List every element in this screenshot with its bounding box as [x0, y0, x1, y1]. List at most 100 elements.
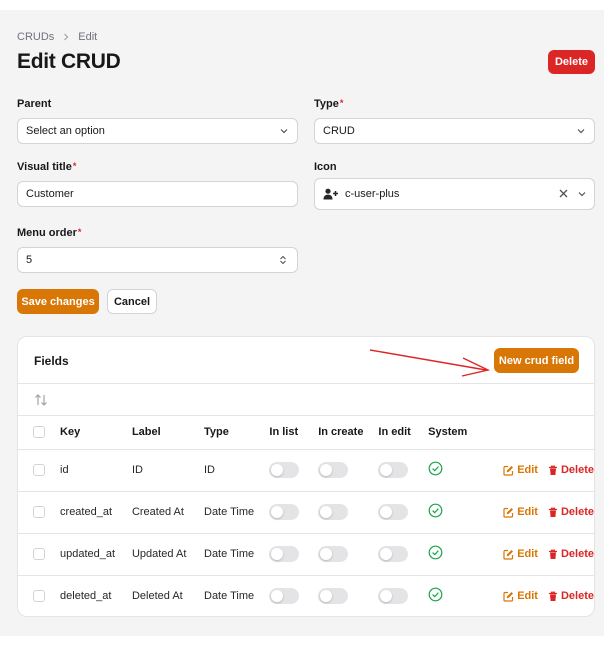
- type-select[interactable]: CRUD: [314, 118, 595, 144]
- check-circle-icon: [428, 461, 443, 476]
- menu-order-input[interactable]: 5: [17, 247, 298, 273]
- pencil-square-icon: [503, 465, 514, 476]
- required-mark: *: [77, 227, 82, 237]
- table-row[interactable]: id ID ID Edit Delete: [18, 449, 594, 492]
- parent-select[interactable]: Select an option: [17, 118, 298, 144]
- pencil-square-icon: [503, 507, 514, 518]
- menu-order-value: 5: [26, 254, 33, 266]
- required-mark: *: [339, 98, 344, 108]
- in-list-toggle[interactable]: [269, 504, 300, 520]
- trash-icon: [548, 465, 557, 475]
- new-crud-field-button[interactable]: New crud field: [494, 348, 579, 373]
- in-edit-toggle[interactable]: [378, 462, 409, 478]
- select-all-cell: [18, 416, 61, 450]
- parent-select-value: Select an option: [26, 125, 105, 137]
- icon-select-value: c-user-plus: [345, 188, 400, 200]
- system-cell: [428, 491, 484, 534]
- visual-title-label: Visual title*: [17, 161, 77, 173]
- delete-label: Delete: [560, 506, 594, 518]
- in-list-cell: [269, 449, 319, 492]
- chevron-down-icon: [578, 191, 586, 196]
- edit-field-button[interactable]: Edit: [503, 548, 538, 560]
- edit-label: Edit: [517, 464, 538, 476]
- field-label: ID: [131, 449, 204, 492]
- delete-field-button[interactable]: Delete: [548, 590, 594, 602]
- system-cell: [428, 533, 484, 576]
- icon-select[interactable]: c-user-plus: [314, 178, 595, 210]
- table-row[interactable]: deleted_at Deleted At Date Time Edit Del…: [18, 575, 594, 616]
- sort-toolbar: [18, 384, 594, 416]
- delete-field-button[interactable]: Delete: [548, 548, 594, 560]
- delete-field-button[interactable]: Delete: [548, 464, 594, 476]
- select-all-checkbox[interactable]: [33, 426, 45, 439]
- row-checkbox[interactable]: [33, 548, 45, 561]
- edit-label: Edit: [517, 590, 538, 603]
- delete-label: Delete: [560, 590, 594, 603]
- in-create-cell: [318, 449, 379, 492]
- actions-cell: Edit Delete: [483, 449, 594, 492]
- delete-label: Delete: [560, 548, 594, 560]
- sort-arrows-icon[interactable]: [34, 393, 48, 407]
- actions-cell: Edit Delete: [483, 491, 594, 534]
- edit-label: Edit: [517, 548, 538, 560]
- in-list-toggle[interactable]: [269, 588, 300, 605]
- clear-icon[interactable]: [559, 189, 568, 198]
- table-header-row: Key Label Type In list In create In edit…: [18, 416, 594, 450]
- check-circle-icon: [428, 545, 443, 560]
- number-stepper-icon[interactable]: [279, 255, 287, 265]
- in-edit-toggle[interactable]: [378, 504, 409, 520]
- column-header-in-list[interactable]: In list: [269, 416, 319, 450]
- edit-field-button[interactable]: Edit: [503, 464, 538, 476]
- column-header-in-create[interactable]: In create: [318, 416, 379, 450]
- column-header-label[interactable]: Label: [131, 416, 204, 450]
- row-select-cell: [18, 575, 60, 616]
- fields-table: Key Label Type In list In create In edit…: [18, 416, 594, 616]
- edit-label: Edit: [517, 506, 538, 518]
- in-create-cell: [318, 491, 379, 534]
- in-list-toggle[interactable]: [269, 546, 300, 562]
- type-label: Type*: [314, 98, 344, 110]
- edit-field-button[interactable]: Edit: [503, 590, 538, 602]
- user-plus-icon: [323, 188, 338, 200]
- row-checkbox[interactable]: [33, 464, 45, 477]
- visual-title-input[interactable]: Customer: [17, 181, 298, 207]
- cancel-button[interactable]: Cancel: [107, 289, 157, 314]
- in-create-toggle[interactable]: [318, 462, 349, 478]
- in-edit-toggle[interactable]: [378, 588, 409, 605]
- actions-cell: Edit Delete: [483, 533, 594, 576]
- in-list-cell: [269, 575, 318, 616]
- column-header-key[interactable]: Key: [60, 416, 132, 450]
- save-changes-button[interactable]: Save changes: [17, 289, 99, 314]
- column-header-type[interactable]: Type: [204, 416, 270, 450]
- row-checkbox[interactable]: [33, 590, 45, 603]
- table-row[interactable]: updated_at Updated At Date Time Edit Del…: [18, 533, 594, 576]
- in-list-cell: [269, 491, 319, 534]
- breadcrumb-current: Edit: [78, 31, 98, 43]
- table-row[interactable]: created_at Created At Date Time Edit Del…: [18, 491, 594, 534]
- parent-label: Parent: [17, 98, 52, 110]
- in-create-cell: [318, 533, 379, 576]
- trash-icon: [548, 591, 557, 601]
- field-key: id: [60, 449, 132, 492]
- delete-label: Delete: [560, 464, 594, 476]
- pencil-square-icon: [503, 591, 514, 602]
- chevron-down-icon: [280, 129, 288, 134]
- in-create-toggle[interactable]: [318, 504, 349, 520]
- row-select-cell: [18, 491, 61, 534]
- page-title: Edit CRUD: [17, 50, 121, 73]
- column-header-system[interactable]: System: [428, 416, 484, 450]
- in-create-toggle[interactable]: [318, 588, 349, 605]
- row-checkbox[interactable]: [33, 506, 45, 519]
- in-create-toggle[interactable]: [318, 546, 349, 562]
- breadcrumb-link-cruds[interactable]: CRUDs: [17, 31, 54, 43]
- type-select-value: CRUD: [323, 125, 355, 137]
- delete-field-button[interactable]: Delete: [548, 506, 594, 518]
- in-list-toggle[interactable]: [269, 462, 300, 478]
- pencil-square-icon: [503, 549, 514, 560]
- check-circle-icon: [428, 503, 443, 518]
- breadcrumb: CRUDs Edit: [17, 31, 97, 43]
- in-edit-toggle[interactable]: [378, 546, 409, 562]
- column-header-in-edit[interactable]: In edit: [378, 416, 429, 450]
- delete-button[interactable]: Delete: [548, 50, 595, 74]
- edit-field-button[interactable]: Edit: [503, 506, 538, 518]
